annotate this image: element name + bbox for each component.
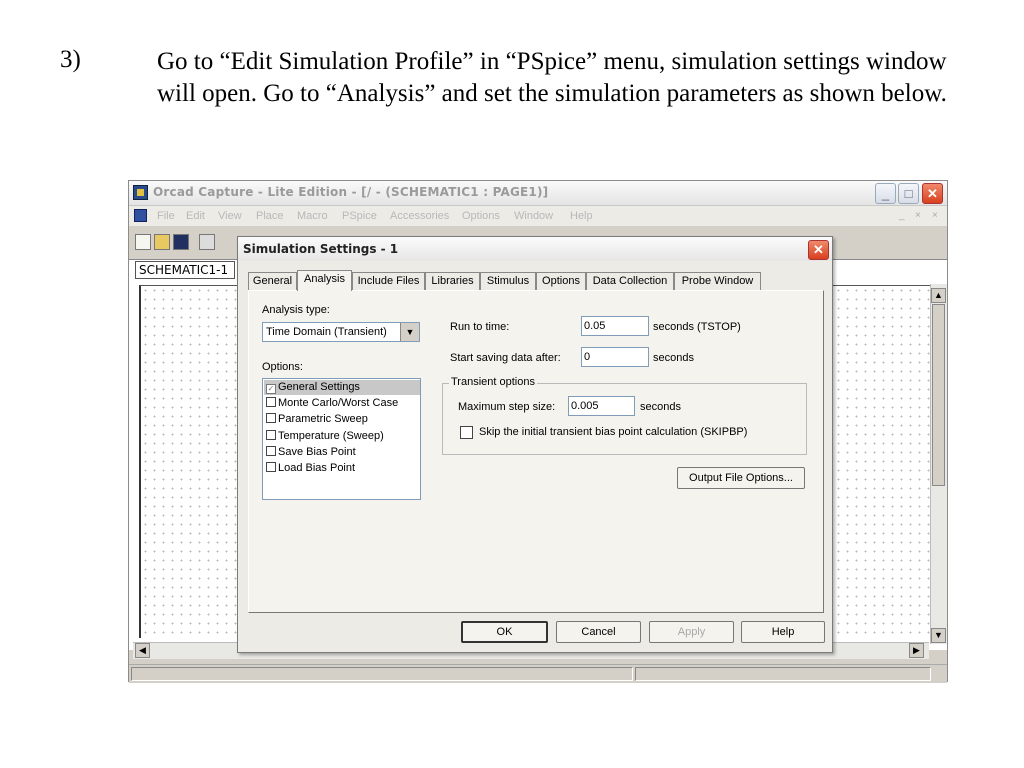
skip-bias-label: Skip the initial transient bias point ca… [479, 426, 748, 438]
scroll-right-arrow-icon[interactable]: ▶ [909, 643, 924, 658]
checkbox-icon [266, 446, 276, 456]
start-saving-unit: seconds [653, 352, 694, 364]
max-step-unit: seconds [640, 401, 681, 413]
menu-macro[interactable]: Macro [297, 210, 328, 222]
checkbox-icon: ✓ [266, 384, 276, 394]
option-temperature-sweep[interactable]: Temperature (Sweep) [264, 429, 420, 444]
scroll-down-arrow-icon[interactable]: ▼ [931, 628, 946, 643]
chevron-down-icon[interactable]: ▼ [400, 323, 419, 341]
scroll-left-arrow-icon[interactable]: ◀ [135, 643, 150, 658]
max-step-label: Maximum step size: [458, 401, 556, 413]
dialog-title: Simulation Settings - 1 [243, 242, 399, 256]
new-file-icon[interactable] [135, 234, 151, 250]
print-icon[interactable] [199, 234, 215, 250]
app-title: Orcad Capture - Lite Edition - [/ - (SCH… [153, 185, 549, 199]
toolbar [129, 227, 239, 257]
ok-button[interactable]: OK [461, 621, 548, 643]
document-menu-icon[interactable] [134, 209, 147, 222]
open-folder-icon[interactable] [154, 234, 170, 250]
scroll-up-arrow-icon[interactable]: ▲ [931, 288, 946, 303]
option-load-bias-point[interactable]: Load Bias Point [264, 461, 420, 476]
tab-libraries[interactable]: Libraries [425, 272, 480, 290]
orcad-app-icon [133, 185, 148, 200]
tab-data-collection[interactable]: Data Collection [586, 272, 674, 290]
analysis-type-value: Time Domain (Transient) [266, 326, 387, 338]
status-cell-secondary [635, 667, 931, 681]
cancel-button[interactable]: Cancel [556, 621, 641, 643]
start-saving-label: Start saving data after: [450, 352, 561, 364]
menu-place[interactable]: Place [256, 210, 284, 222]
schematic-document-tab[interactable]: SCHEMATIC1-1 [135, 261, 235, 279]
max-step-input[interactable]: 0.005 [568, 396, 635, 416]
output-file-options-button[interactable]: Output File Options... [677, 467, 805, 489]
tab-stimulus[interactable]: Stimulus [480, 272, 536, 290]
checkbox-icon [266, 413, 276, 423]
menu-window[interactable]: Window [514, 210, 553, 222]
help-button[interactable]: Help [741, 621, 825, 643]
orcad-capture-window: Orcad Capture - Lite Edition - [/ - (SCH… [128, 180, 948, 683]
tab-include-files[interactable]: Include Files [352, 272, 425, 290]
analysis-type-select[interactable]: Time Domain (Transient) ▼ [262, 322, 420, 342]
slide-number: 3) [60, 46, 81, 73]
tab-probe-window[interactable]: Probe Window [674, 272, 761, 290]
analysis-tab-panel: Analysis type: Time Domain (Transient) ▼… [248, 290, 824, 613]
option-general-settings[interactable]: ✓ General Settings [264, 380, 420, 395]
menu-accessories[interactable]: Accessories [390, 210, 449, 222]
start-saving-input[interactable]: 0 [581, 347, 649, 367]
close-button[interactable]: ✕ [922, 183, 943, 204]
option-monte-carlo[interactable]: Monte Carlo/Worst Case [264, 396, 420, 411]
status-cell-main [131, 667, 633, 681]
mdi-restore-button[interactable]: × [915, 210, 921, 221]
skip-bias-checkbox[interactable] [460, 426, 473, 439]
status-bar [129, 664, 947, 683]
vertical-scrollbar[interactable]: ▲ ▼ [930, 284, 947, 644]
vertical-scroll-thumb[interactable] [932, 304, 945, 486]
tab-options[interactable]: Options [536, 272, 586, 290]
menu-pspice[interactable]: PSpice [342, 210, 377, 222]
menu-options[interactable]: Options [462, 210, 500, 222]
options-label: Options: [262, 361, 303, 373]
apply-button: Apply [649, 621, 734, 643]
run-to-time-unit: seconds (TSTOP) [653, 321, 741, 333]
menu-help[interactable]: Help [570, 210, 593, 222]
dialog-title-bar[interactable]: Simulation Settings - 1 ✕ [238, 237, 832, 261]
menu-edit[interactable]: Edit [186, 210, 205, 222]
options-listbox[interactable]: ✓ General Settings Monte Carlo/Worst Case… [262, 378, 421, 500]
checkbox-icon [266, 430, 276, 440]
transient-options-group: Transient options Maximum step size: 0.0… [442, 376, 807, 455]
simulation-settings-dialog: Simulation Settings - 1 ✕ General Analys… [237, 236, 833, 653]
dialog-close-button[interactable]: ✕ [808, 240, 829, 260]
menu-file[interactable]: File [157, 210, 175, 222]
checkbox-icon [266, 462, 276, 472]
menu-view[interactable]: View [218, 210, 242, 222]
menu-bar: File Edit View Place Macro PSpice Access… [129, 206, 947, 226]
run-to-time-input[interactable]: 0.05 [581, 316, 649, 336]
option-save-bias-point[interactable]: Save Bias Point [264, 445, 420, 460]
option-parametric-sweep[interactable]: Parametric Sweep [264, 412, 420, 427]
analysis-type-label: Analysis type: [262, 304, 330, 316]
tab-analysis[interactable]: Analysis [297, 270, 352, 291]
minimize-button[interactable]: _ [875, 183, 896, 204]
transient-options-title: Transient options [449, 376, 537, 388]
maximize-button[interactable]: □ [898, 183, 919, 204]
run-to-time-label: Run to time: [450, 321, 510, 333]
slide-instruction-text: Go to “Edit Simulation Profile” in “PSpi… [157, 48, 947, 107]
save-disk-icon[interactable] [173, 234, 189, 250]
app-title-bar[interactable]: Orcad Capture - Lite Edition - [/ - (SCH… [129, 181, 947, 206]
mdi-minimize-button[interactable]: _ [899, 210, 905, 221]
tab-general[interactable]: General [248, 272, 297, 290]
checkbox-icon [266, 397, 276, 407]
mdi-close-button[interactable]: × [932, 210, 938, 221]
